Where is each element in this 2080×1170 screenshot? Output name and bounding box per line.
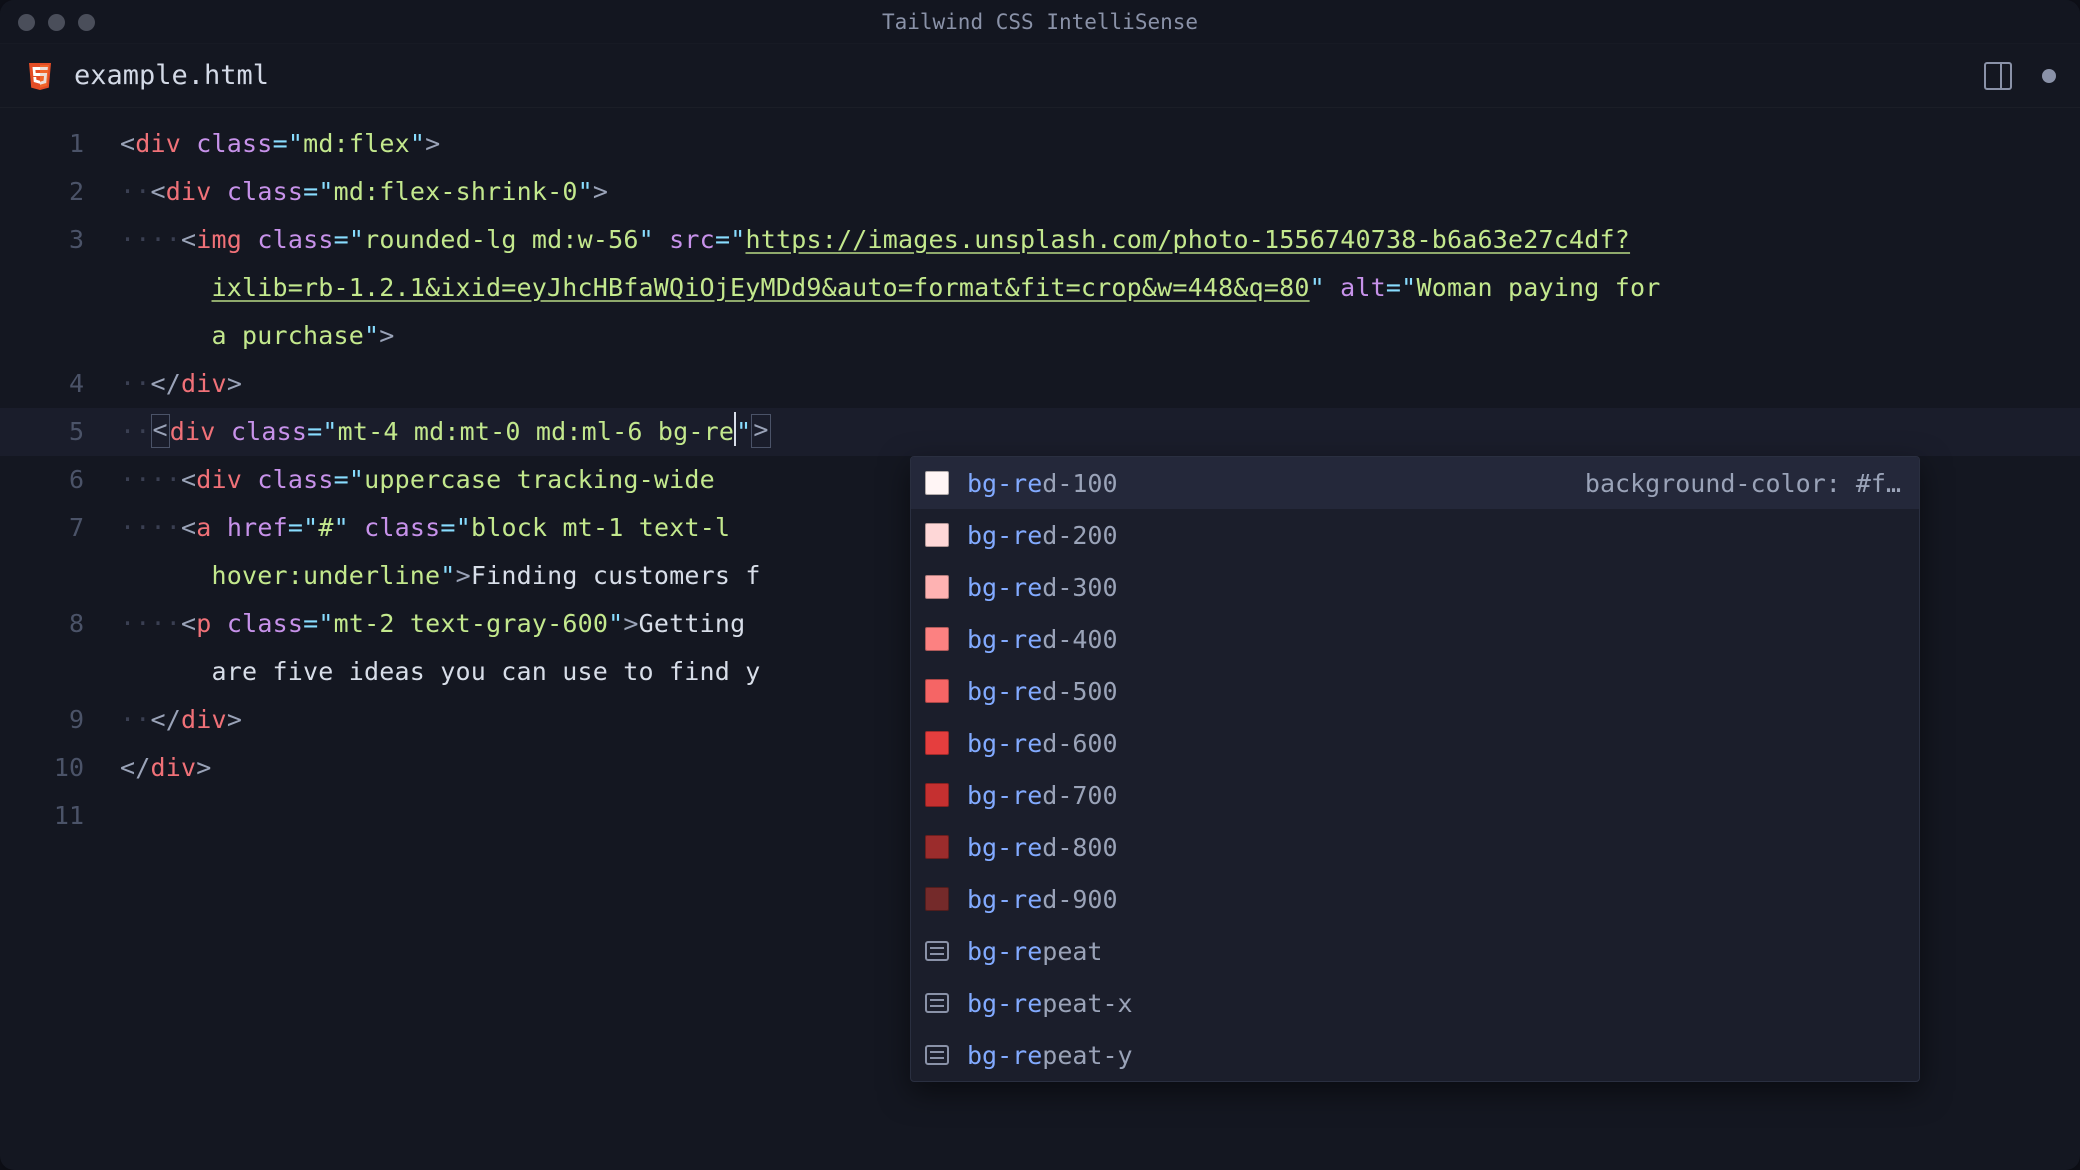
autocomplete-item[interactable]: bg-red-900 xyxy=(911,873,1919,925)
autocomplete-item-label: bg-repeat-x xyxy=(967,989,1133,1018)
bracket-match-open: < xyxy=(151,414,170,448)
line-number: 3 xyxy=(0,216,120,264)
color-swatch-icon xyxy=(925,575,949,599)
color-swatch-icon xyxy=(925,783,949,807)
enum-member-icon xyxy=(925,993,949,1013)
line-number: 11 xyxy=(0,792,120,840)
color-swatch-icon xyxy=(925,835,949,859)
color-swatch-icon xyxy=(925,679,949,703)
autocomplete-item-detail: background-color: #f… xyxy=(1585,469,1901,498)
autocomplete-item-label: bg-red-600 xyxy=(967,729,1118,758)
code-line[interactable]: 1 <div class="md:flex"> xyxy=(0,120,2080,168)
line-number: 8 xyxy=(0,600,120,648)
autocomplete-popup[interactable]: bg-red-100 background-color: #f… bg-red-20… xyxy=(910,456,1920,1082)
bracket-match-close: > xyxy=(751,414,770,448)
line-number: 7 xyxy=(0,504,120,552)
autocomplete-item-label: bg-red-100 xyxy=(967,469,1118,498)
zoom-window-icon[interactable] xyxy=(78,14,95,31)
autocomplete-item-label: bg-red-200 xyxy=(967,521,1118,550)
autocomplete-item-label: bg-red-300 xyxy=(967,573,1118,602)
autocomplete-item-label: bg-repeat xyxy=(967,937,1102,966)
autocomplete-item[interactable]: bg-red-300 xyxy=(911,561,1919,613)
autocomplete-item-label: bg-red-500 xyxy=(967,677,1118,706)
autocomplete-item[interactable]: bg-red-400 xyxy=(911,613,1919,665)
color-swatch-icon xyxy=(925,471,949,495)
autocomplete-item-label: bg-red-900 xyxy=(967,885,1118,914)
autocomplete-item-label: bg-repeat-y xyxy=(967,1041,1133,1070)
autocomplete-item-label: bg-red-700 xyxy=(967,781,1118,810)
code-line[interactable]: 4 ··</div> xyxy=(0,360,2080,408)
code-line[interactable]: 3 ····<img class="rounded-lg md:w-56" sr… xyxy=(0,216,2080,264)
enum-member-icon xyxy=(925,941,949,961)
color-swatch-icon xyxy=(925,627,949,651)
titlebar: Tailwind CSS IntelliSense xyxy=(0,0,2080,44)
traffic-lights[interactable] xyxy=(18,14,95,31)
dirty-indicator-icon xyxy=(2042,69,2056,83)
editor-window: Tailwind CSS IntelliSense example.html 1… xyxy=(0,0,2080,1170)
line-number: 5 xyxy=(0,408,120,456)
color-swatch-icon xyxy=(925,731,949,755)
line-number: 4 xyxy=(0,360,120,408)
line-number: 9 xyxy=(0,696,120,744)
line-number: 6 xyxy=(0,456,120,504)
line-number: 10 xyxy=(0,744,120,792)
autocomplete-item[interactable]: bg-repeat-x xyxy=(911,977,1919,1029)
html5-icon xyxy=(24,60,56,92)
code-line-wrap[interactable]: a purchase"> xyxy=(0,312,2080,360)
autocomplete-item-label: bg-red-400 xyxy=(967,625,1118,654)
autocomplete-item[interactable]: bg-red-100 background-color: #f… xyxy=(911,457,1919,509)
autocomplete-item[interactable]: bg-red-700 xyxy=(911,769,1919,821)
enum-member-icon xyxy=(925,1045,949,1065)
color-swatch-icon xyxy=(925,887,949,911)
autocomplete-item-label: bg-red-800 xyxy=(967,833,1118,862)
code-line-current[interactable]: 5 ··<div class="mt-4 md:mt-0 md:ml-6 bg-… xyxy=(0,408,2080,456)
tab-filename: example.html xyxy=(74,60,269,91)
minimize-window-icon[interactable] xyxy=(48,14,65,31)
color-swatch-icon xyxy=(925,523,949,547)
tab-example-html[interactable]: example.html xyxy=(24,60,269,92)
tabbar-right xyxy=(1984,62,2056,90)
autocomplete-item[interactable]: bg-repeat xyxy=(911,925,1919,977)
code-line[interactable]: 2 ··<div class="md:flex-shrink-0"> xyxy=(0,168,2080,216)
autocomplete-item[interactable]: bg-red-200 xyxy=(911,509,1919,561)
autocomplete-item[interactable]: bg-red-800 xyxy=(911,821,1919,873)
window-title: Tailwind CSS IntelliSense xyxy=(882,10,1198,34)
close-window-icon[interactable] xyxy=(18,14,35,31)
tab-bar: example.html xyxy=(0,44,2080,108)
autocomplete-item[interactable]: bg-red-500 xyxy=(911,665,1919,717)
line-number: 1 xyxy=(0,120,120,168)
code-editor[interactable]: 1 <div class="md:flex"> 2 ··<div class="… xyxy=(0,108,2080,840)
autocomplete-item[interactable]: bg-red-600 xyxy=(911,717,1919,769)
line-number: 2 xyxy=(0,168,120,216)
code-line-wrap[interactable]: ixlib=rb-1.2.1&ixid=eyJhcHBfaWQiOjEyMDd9… xyxy=(0,264,2080,312)
autocomplete-item[interactable]: bg-repeat-y xyxy=(911,1029,1919,1081)
split-editor-icon[interactable] xyxy=(1984,62,2012,90)
